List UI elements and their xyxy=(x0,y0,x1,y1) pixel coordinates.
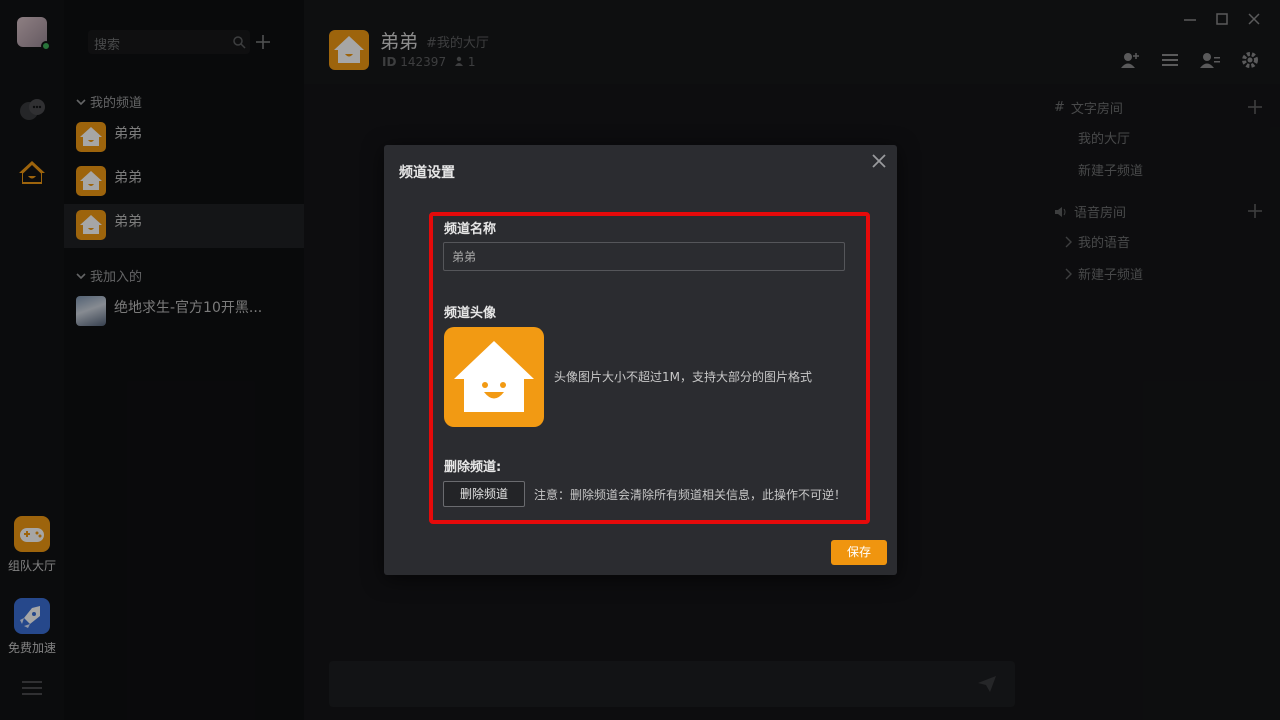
channel-name-input[interactable] xyxy=(443,242,845,271)
delete-channel-button[interactable]: 删除频道 xyxy=(443,481,525,507)
dialog-title: 频道设置 xyxy=(399,165,455,181)
avatar-hint-text: 头像图片大小不超过1M，支持大部分的图片格式 xyxy=(554,370,812,384)
channel-settings-dialog: 频道设置 频道名称 频道头像 头像图片大小不超过1M，支持大部分的图片格式 删除… xyxy=(384,145,897,575)
channel-name-label: 频道名称 xyxy=(444,222,497,237)
channel-avatar-image[interactable] xyxy=(444,327,544,427)
save-button[interactable]: 保存 xyxy=(831,540,887,565)
channel-avatar-label: 频道头像 xyxy=(444,306,497,321)
delete-warning-text: 注意：删除频道会清除所有频道相关信息，此操作不可逆！ xyxy=(534,488,847,502)
delete-channel-label: 删除频道: xyxy=(444,460,502,475)
house-smile-icon xyxy=(454,341,534,412)
close-icon[interactable] xyxy=(871,153,887,169)
